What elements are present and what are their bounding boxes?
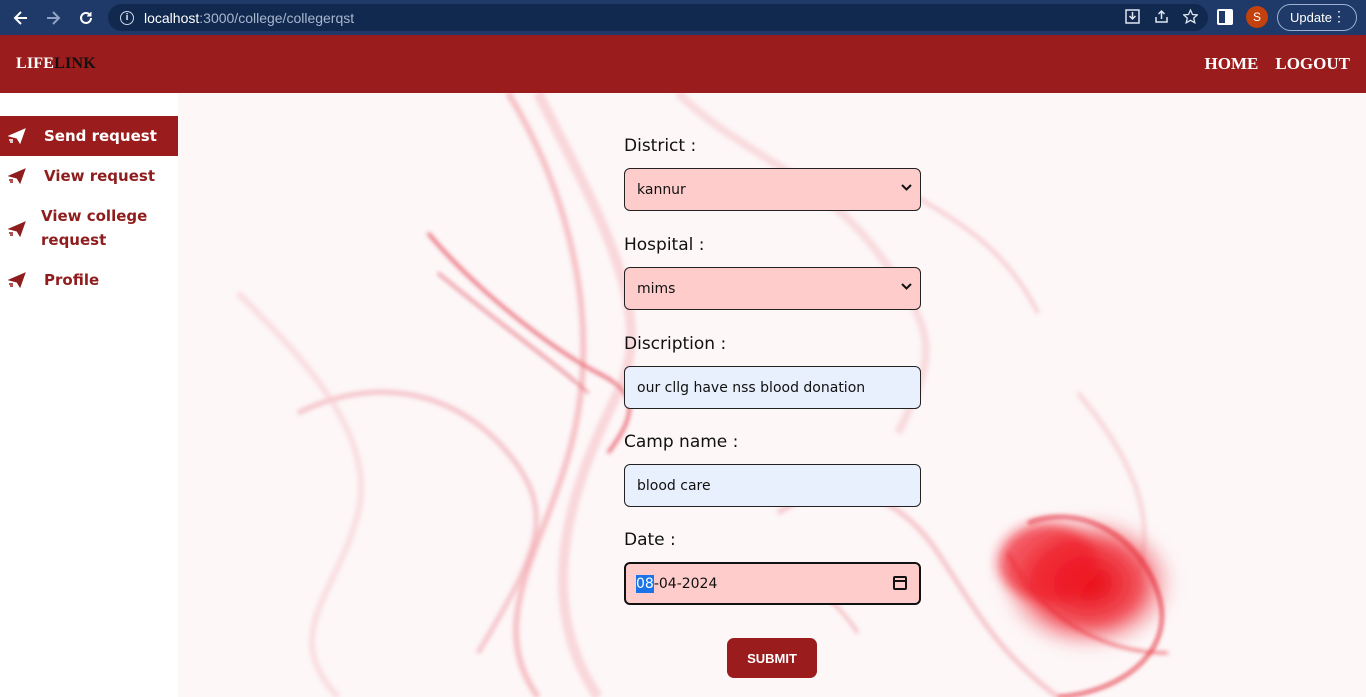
description-input[interactable]: our cllg have nss blood donation bbox=[624, 366, 921, 409]
share-icon[interactable] bbox=[1154, 9, 1169, 28]
more-menu-icon[interactable]: ⋮ bbox=[1332, 8, 1346, 25]
calendar-icon[interactable] bbox=[893, 576, 907, 590]
paper-plane-icon bbox=[8, 272, 26, 288]
paper-plane-icon bbox=[8, 128, 26, 144]
site-logo[interactable]: LIFELINK bbox=[16, 55, 96, 73]
profile-avatar[interactable]: S bbox=[1246, 6, 1268, 28]
district-select[interactable]: kannur bbox=[624, 168, 921, 211]
top-nav: HOME LOGOUT bbox=[1205, 54, 1350, 74]
sidebar: Send request View request View college r… bbox=[0, 93, 178, 697]
submit-button[interactable]: SUBMIT bbox=[727, 638, 817, 678]
back-icon[interactable] bbox=[5, 0, 37, 35]
hospital-label: Hospital : bbox=[624, 235, 705, 255]
reload-icon[interactable] bbox=[70, 0, 102, 35]
url-text: localhost:3000/college/collegerqst bbox=[144, 9, 355, 26]
site-header: LIFELINK HOME LOGOUT bbox=[0, 35, 1366, 93]
sidebar-item-send-request[interactable]: Send request bbox=[0, 116, 178, 156]
hospital-select[interactable]: mims bbox=[624, 267, 921, 310]
camp-name-input[interactable]: blood care bbox=[624, 464, 921, 507]
paper-plane-icon bbox=[8, 221, 26, 237]
side-panel-icon[interactable] bbox=[1217, 9, 1233, 25]
sidebar-item-view-request[interactable]: View request bbox=[0, 156, 178, 196]
sidebar-item-profile[interactable]: Profile bbox=[0, 260, 178, 300]
browser-toolbar: i localhost:3000/college/collegerqst S U… bbox=[0, 0, 1366, 35]
camp-name-label: Camp name : bbox=[624, 432, 739, 452]
update-button[interactable]: Update ⋮ bbox=[1277, 4, 1357, 31]
forward-icon[interactable] bbox=[37, 0, 69, 35]
date-day-segment[interactable]: 08 bbox=[636, 574, 654, 593]
site-info-icon[interactable]: i bbox=[120, 10, 134, 25]
paper-plane-icon bbox=[8, 168, 26, 184]
install-icon[interactable] bbox=[1125, 9, 1140, 28]
date-label: Date : bbox=[624, 530, 676, 550]
sidebar-item-view-college-request[interactable]: View college request bbox=[0, 200, 178, 256]
nav-home-link[interactable]: HOME bbox=[1205, 54, 1259, 74]
chevron-down-icon bbox=[901, 281, 912, 295]
district-label: District : bbox=[624, 136, 697, 156]
address-bar[interactable]: i localhost:3000/college/collegerqst bbox=[108, 4, 1208, 31]
bookmark-star-icon[interactable] bbox=[1182, 8, 1199, 28]
chevron-down-icon bbox=[901, 182, 912, 196]
nav-logout-link[interactable]: LOGOUT bbox=[1275, 54, 1350, 74]
description-label: Discription : bbox=[624, 334, 727, 354]
date-input[interactable]: 08 -04-2024 bbox=[624, 562, 921, 605]
